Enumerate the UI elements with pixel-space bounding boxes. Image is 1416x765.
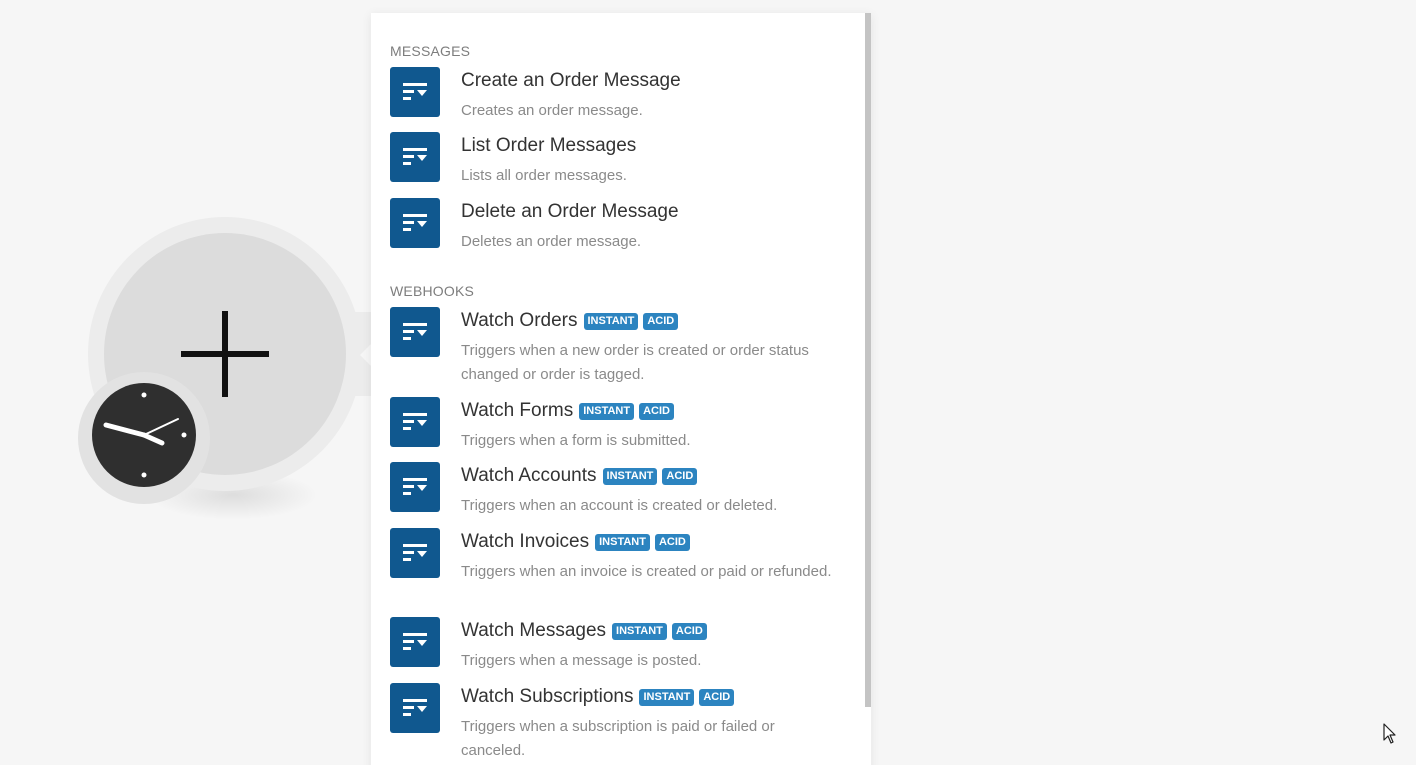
module-title: List Order Messages [461, 135, 637, 156]
module-title-row: Watch Invoices INSTANT ACID [461, 530, 690, 554]
module-item-watch-invoices[interactable]: Watch Invoices INSTANT ACID Triggers when a… [371, 528, 865, 608]
module-list-panel[interactable]: MESSAGES Create an Order Message Creates a… [371, 13, 871, 765]
section-header-webhooks: WEBHOOKS [390, 283, 475, 299]
badge-acid: ACID [671, 622, 707, 640]
app-module-icon [390, 683, 440, 733]
module-title: Delete an Order Message [461, 201, 679, 222]
module-title-row: Watch Orders INSTANT ACID [461, 309, 679, 333]
badge-instant: INSTANT [612, 622, 667, 640]
badge-instant: INSTANT [639, 688, 695, 706]
module-pointer-notch [360, 344, 371, 366]
module-description: Lists all order messages. [461, 167, 627, 184]
badge-acid: ACID [639, 402, 674, 420]
module-title: Create an Order Message [461, 70, 681, 91]
module-description: Triggers when a new order is created or … [461, 342, 809, 383]
badge-acid: ACID [699, 688, 735, 706]
module-description: Triggers when a subscription is paid or … [461, 718, 775, 759]
module-description: Triggers when an invoice is created or p… [461, 563, 832, 580]
module-title: Watch Accounts [461, 465, 597, 486]
scrollbar[interactable] [865, 13, 871, 707]
scenario-canvas[interactable]: MESSAGES Create an Order Message Creates a… [0, 0, 1416, 765]
module-title-row: Watch Forms INSTANT ACID [461, 399, 674, 423]
module-title: Watch Invoices [461, 531, 590, 552]
badge-acid: ACID [662, 467, 698, 485]
module-item-delete-an-order-message[interactable]: Delete an Order Message Deletes an order … [371, 198, 865, 278]
module-description: Triggers when a message is posted. [461, 652, 702, 669]
module-title: Watch Orders [461, 310, 578, 331]
module-description: Triggers when an account is created or d… [461, 497, 778, 514]
app-module-icon [390, 462, 440, 512]
module-description: Triggers when a form is submitted. [461, 432, 691, 449]
app-module-icon [390, 198, 440, 248]
badge-acid: ACID [654, 533, 690, 551]
clock-icon[interactable] [92, 383, 196, 487]
app-module-icon [390, 528, 440, 578]
badge-instant: INSTANT [583, 312, 639, 330]
badge-instant: INSTANT [602, 467, 658, 485]
module-title-row: Delete an Order Message [461, 200, 679, 224]
module-description: Deletes an order message. [461, 233, 642, 250]
module-title-row: Watch Messages INSTANT ACID [461, 619, 707, 643]
badge-acid: ACID [643, 312, 679, 330]
module-title: Watch Messages [461, 620, 607, 641]
section-header-messages: MESSAGES [390, 43, 471, 59]
badge-instant: INSTANT [595, 533, 650, 551]
module-title: Watch Subscriptions [461, 686, 634, 707]
app-module-icon [390, 617, 440, 667]
badge-instant: INSTANT [579, 402, 635, 420]
module-title-row: Watch Accounts INSTANT ACID [461, 464, 698, 488]
app-module-icon [390, 307, 440, 357]
module-title-row: Watch Subscriptions INSTANT ACID [461, 685, 735, 709]
module-description: Creates an order message. [461, 102, 643, 119]
app-module-icon [390, 67, 440, 117]
module-title: Watch Forms [461, 400, 574, 421]
module-item-watch-orders[interactable]: Watch Orders INSTANT ACID Triggers when a n… [371, 307, 865, 387]
app-module-icon [390, 397, 440, 447]
module-item-watch-subscriptions[interactable]: Watch Subscriptions INSTANT ACID Triggers w… [371, 683, 865, 763]
module-title-row: List Order Messages [461, 134, 636, 158]
module-title-row: Create an Order Message [461, 69, 681, 93]
app-module-icon [390, 132, 440, 182]
mouse-cursor-icon [1383, 723, 1397, 750]
